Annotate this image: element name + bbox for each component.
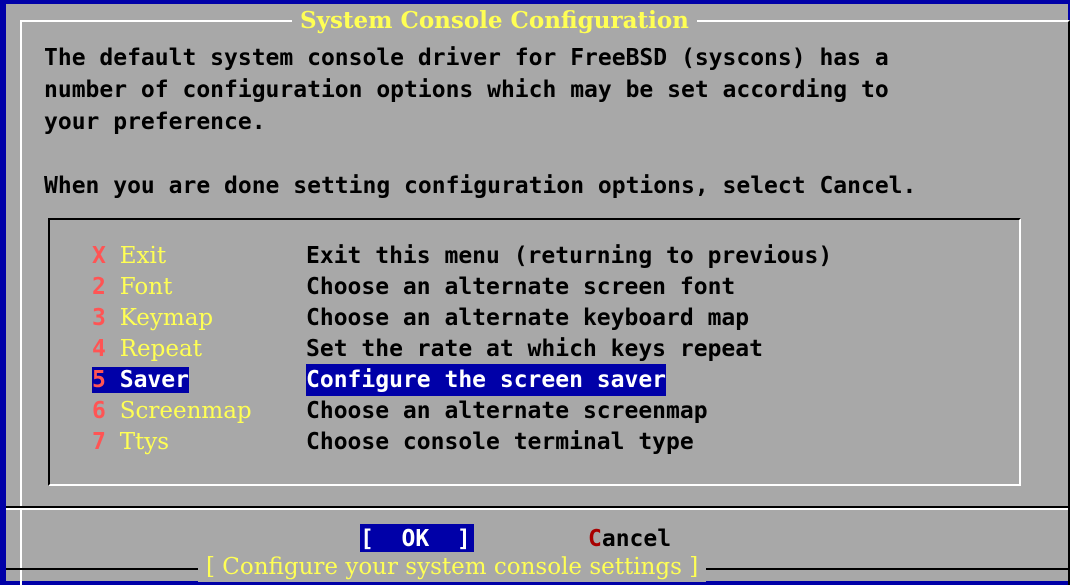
divider — [6, 508, 1068, 510]
ok-button[interactable]: [ OK ] — [360, 524, 474, 554]
menu-item-keymap[interactable]: 3 Keymap Choose an alternate keyboard map — [92, 302, 749, 334]
menu-item-keylabel: X Exit — [92, 243, 166, 269]
menu-item-key: 6 — [92, 398, 106, 424]
menu-item-description: Exit this menu (returning to previous) — [306, 243, 833, 269]
menu-item-repeat[interactable]: 4 Repeat Set the rate at which keys repea… — [92, 333, 763, 365]
menu-item-label: Keymap — [119, 305, 214, 331]
menu-item-keylabel: 3 Keymap — [92, 305, 213, 331]
menu-item-description: Set the rate at which keys repeat — [306, 336, 763, 362]
menu-item-keylabel: 7 Ttys — [92, 429, 169, 455]
console-config-dialog: System Console Configuration The default… — [6, 4, 1070, 585]
menu-item-keylabel: 4 Repeat — [92, 336, 202, 362]
menu-item-ttys[interactable]: 7 Ttys Choose console terminal type — [92, 426, 694, 458]
cancel-label: ancel — [601, 526, 672, 552]
menu-item-key: 5 — [92, 367, 106, 393]
menu-item-key: X — [92, 243, 106, 269]
dialog-description: The default system console driver for Fr… — [44, 45, 917, 199]
menu-item-key: 3 — [92, 305, 106, 331]
menu-item-label: Screenmap — [119, 398, 252, 424]
menu-item-label: Ttys — [119, 429, 170, 455]
menu-item-keylabel: 5 Saver — [92, 367, 189, 393]
menu-item-key: 4 — [92, 336, 106, 362]
menu-item-saver[interactable]: 5 Saver Configure the screen saver — [92, 364, 667, 396]
menu-item-description: Choose console terminal type — [306, 429, 694, 455]
cancel-hotkey: C — [588, 526, 602, 552]
menu-item-description: Configure the screen saver — [306, 364, 667, 396]
menu-item-keylabel: 6 Screenmap — [92, 398, 252, 424]
dialog-title: System Console Configuration — [292, 6, 697, 36]
menu-item-description: Choose an alternate screenmap — [306, 398, 708, 424]
menu-item-label: Saver — [119, 367, 189, 393]
menu-item-label: Exit — [119, 243, 167, 269]
menu-item-key: 7 — [92, 429, 106, 455]
menu-item-exit[interactable]: X Exit Exit this menu (returning to previ… — [92, 240, 832, 272]
menu-item-label: Font — [119, 274, 173, 300]
menu-item-screenmap[interactable]: 6 Screenmap Choose an alternate screenmap — [92, 395, 708, 427]
menu-item-description: Choose an alternate screen font — [306, 274, 736, 300]
menu-item-description: Choose an alternate keyboard map — [306, 305, 750, 331]
cancel-button[interactable]: Cancel — [588, 524, 671, 554]
menu-item-key: 2 — [92, 274, 106, 300]
menu-item-font[interactable]: 2 Font Choose an alternate screen font — [92, 271, 735, 303]
menu-item-label: Repeat — [119, 336, 202, 362]
menu-item-keylabel: 2 Font — [92, 274, 172, 300]
dialog-footer: [ Configure your system console settings… — [198, 552, 707, 582]
